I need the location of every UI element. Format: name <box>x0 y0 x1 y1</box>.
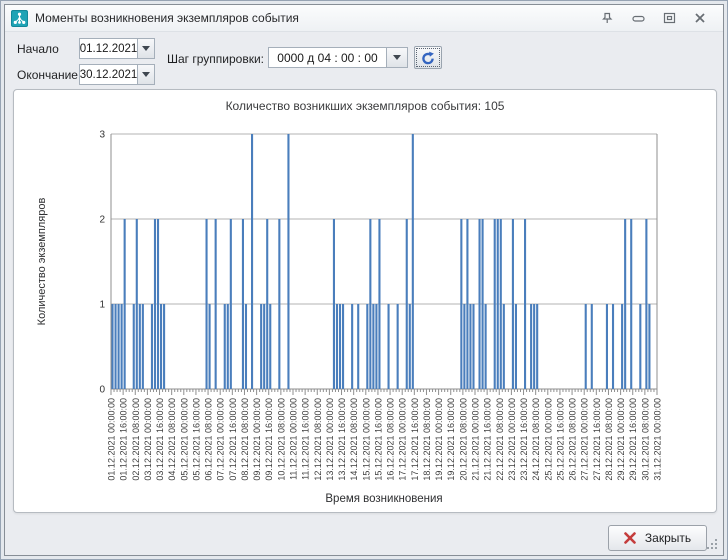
red-x-icon <box>624 532 636 544</box>
pin-button[interactable] <box>596 9 618 27</box>
end-date-dropdown-button[interactable] <box>137 64 155 85</box>
svg-text:12.12.2021 08:00:00: 12.12.2021 08:00:00 <box>313 398 323 481</box>
svg-text:14.12.2021 08:00:00: 14.12.2021 08:00:00 <box>349 398 359 481</box>
maximize-button[interactable] <box>658 9 680 27</box>
grouping-step-value[interactable]: 0000 д 04 : 00 : 00 <box>268 47 386 68</box>
svg-text:27.12.2021 00:00:00: 27.12.2021 00:00:00 <box>580 398 590 481</box>
chevron-down-icon <box>393 55 401 60</box>
svg-text:04.12.2021 08:00:00: 04.12.2021 08:00:00 <box>167 398 177 481</box>
svg-text:09.12.2021 00:00:00: 09.12.2021 00:00:00 <box>252 398 262 481</box>
svg-text:01.12.2021 16:00:00: 01.12.2021 16:00:00 <box>119 398 129 481</box>
svg-text:06.12.2021 08:00:00: 06.12.2021 08:00:00 <box>204 398 214 481</box>
start-date-dropdown-button[interactable] <box>137 38 155 59</box>
window-title: Моменты возникновения экземпляров событи… <box>35 11 299 25</box>
svg-text:15.12.2021 00:00:00: 15.12.2021 00:00:00 <box>361 398 371 481</box>
svg-text:26.12.2021 08:00:00: 26.12.2021 08:00:00 <box>568 398 578 481</box>
svg-text:29.12.2021 16:00:00: 29.12.2021 16:00:00 <box>628 398 638 481</box>
svg-text:20.12.2021 08:00:00: 20.12.2021 08:00:00 <box>458 398 468 481</box>
svg-text:29.12.2021 00:00:00: 29.12.2021 00:00:00 <box>616 398 626 481</box>
maximize-icon <box>663 12 676 24</box>
refresh-button[interactable] <box>414 46 442 69</box>
svg-text:25.12.2021 16:00:00: 25.12.2021 16:00:00 <box>555 398 565 481</box>
dialog-frame: Моменты возникновения экземпляров событи… <box>4 4 724 556</box>
client-area: Начало 01.12.2021 Окончание 30.12.2021 Ш… <box>5 32 723 555</box>
svg-text:30.12.2021 08:00:00: 30.12.2021 08:00:00 <box>640 398 650 481</box>
minimize-icon <box>632 12 645 24</box>
svg-text:05.12.2021 16:00:00: 05.12.2021 16:00:00 <box>191 398 201 481</box>
svg-text:01.12.2021 00:00:00: 01.12.2021 00:00:00 <box>107 398 117 481</box>
svg-text:13.12.2021 00:00:00: 13.12.2021 00:00:00 <box>325 398 335 481</box>
chevron-down-icon <box>142 72 150 77</box>
start-date-label: Начало <box>17 42 59 56</box>
svg-text:19.12.2021 00:00:00: 19.12.2021 00:00:00 <box>434 398 444 481</box>
start-date-editor: 01.12.2021 <box>79 38 155 59</box>
close-dialog-button[interactable]: Закрыть <box>608 525 707 551</box>
svg-text:28.12.2021 08:00:00: 28.12.2021 08:00:00 <box>604 398 614 481</box>
end-date-label: Окончание <box>17 68 78 82</box>
svg-text:31.12.2021 00:00:00: 31.12.2021 00:00:00 <box>653 398 663 481</box>
app-network-icon <box>11 10 28 27</box>
start-date-value[interactable]: 01.12.2021 <box>79 38 137 59</box>
close-icon <box>694 12 706 24</box>
close-button-label: Закрыть <box>645 531 691 545</box>
svg-text:21.12.2021 16:00:00: 21.12.2021 16:00:00 <box>483 398 493 481</box>
pin-icon <box>601 12 613 25</box>
svg-text:3: 3 <box>99 130 105 141</box>
dialog-window: Моменты возникновения экземпляров событи… <box>0 0 728 560</box>
svg-text:09.12.2021 16:00:00: 09.12.2021 16:00:00 <box>264 398 274 481</box>
svg-text:22.12.2021 08:00:00: 22.12.2021 08:00:00 <box>495 398 505 481</box>
svg-text:15.12.2021 16:00:00: 15.12.2021 16:00:00 <box>373 398 383 481</box>
svg-text:05.12.2021 00:00:00: 05.12.2021 00:00:00 <box>179 398 189 481</box>
chevron-down-icon <box>142 46 150 51</box>
svg-text:0: 0 <box>99 385 105 396</box>
svg-text:10.12.2021 08:00:00: 10.12.2021 08:00:00 <box>276 398 286 481</box>
grouping-step-editor: 0000 д 04 : 00 : 00 <box>268 47 408 68</box>
svg-text:1: 1 <box>99 300 105 311</box>
svg-text:13.12.2021 16:00:00: 13.12.2021 16:00:00 <box>337 398 347 481</box>
svg-text:07.12.2021 00:00:00: 07.12.2021 00:00:00 <box>216 398 226 481</box>
svg-text:25.12.2021 00:00:00: 25.12.2021 00:00:00 <box>543 398 553 481</box>
svg-text:16.12.2021 08:00:00: 16.12.2021 08:00:00 <box>386 398 396 481</box>
chart-title: Количество возникших экземпляров события… <box>14 90 716 120</box>
svg-text:17.12.2021 16:00:00: 17.12.2021 16:00:00 <box>410 398 420 481</box>
svg-text:03.12.2021 16:00:00: 03.12.2021 16:00:00 <box>155 398 165 481</box>
grouping-step-label: Шаг группировки: <box>167 52 264 66</box>
window-buttons <box>596 9 717 27</box>
svg-text:Количество экземпляров: Количество экземпляров <box>36 198 48 326</box>
resize-grip[interactable] <box>707 539 718 550</box>
svg-text:23.12.2021 00:00:00: 23.12.2021 00:00:00 <box>507 398 517 481</box>
svg-text:11.12.2021 00:00:00: 11.12.2021 00:00:00 <box>289 398 299 480</box>
svg-text:02.12.2021 08:00:00: 02.12.2021 08:00:00 <box>131 398 141 481</box>
svg-text:2: 2 <box>99 215 105 226</box>
end-date-value[interactable]: 30.12.2021 <box>79 64 137 85</box>
occurrence-bar-chart: 0 1 2 3 01.12.2021 00:00:0001.12.2021 16:00:… <box>15 120 715 512</box>
refresh-icon <box>421 51 435 65</box>
svg-text:17.12.2021 00:00:00: 17.12.2021 00:00:00 <box>398 398 408 481</box>
svg-text:23.12.2021 16:00:00: 23.12.2021 16:00:00 <box>519 398 529 481</box>
title-bar: Моменты возникновения экземпляров событи… <box>5 5 723 32</box>
chart-panel: Количество возникших экземпляров события… <box>13 89 717 513</box>
svg-text:27.12.2021 16:00:00: 27.12.2021 16:00:00 <box>592 398 602 481</box>
svg-text:03.12.2021 00:00:00: 03.12.2021 00:00:00 <box>143 398 153 481</box>
window-close-button[interactable] <box>689 9 711 27</box>
svg-text:07.12.2021 16:00:00: 07.12.2021 16:00:00 <box>228 398 238 481</box>
svg-text:19.12.2021 16:00:00: 19.12.2021 16:00:00 <box>446 398 456 481</box>
end-date-editor: 30.12.2021 <box>79 64 155 85</box>
svg-text:24.12.2021 08:00:00: 24.12.2021 08:00:00 <box>531 398 541 481</box>
svg-text:11.12.2021 16:00:00: 11.12.2021 16:00:00 <box>301 398 311 480</box>
grouping-step-dropdown-button[interactable] <box>386 47 408 68</box>
svg-text:21.12.2021 00:00:00: 21.12.2021 00:00:00 <box>471 398 481 481</box>
minimize-button[interactable] <box>627 9 649 27</box>
svg-text:Время возникновения: Время возникновения <box>325 493 442 505</box>
svg-text:18.12.2021 08:00:00: 18.12.2021 08:00:00 <box>422 398 432 481</box>
svg-text:08.12.2021 08:00:00: 08.12.2021 08:00:00 <box>240 398 250 481</box>
